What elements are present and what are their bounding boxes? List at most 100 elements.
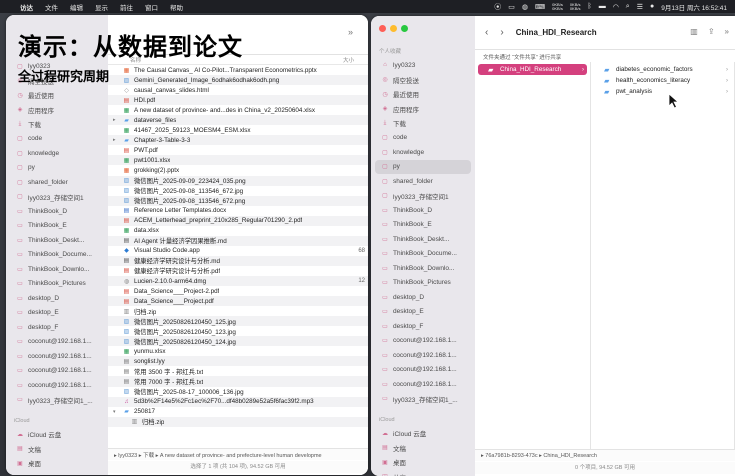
column-size-header[interactable]: 大小	[343, 56, 354, 64]
file-row[interactable]: ▦ 41467_2025_59123_MOESM4_ESM.xlsx	[108, 125, 368, 135]
file-row[interactable]: ▤ 常用 7000 字 - 邦红兵.txt	[108, 376, 368, 387]
file-row[interactable]: ▦ data.xlsx	[108, 226, 368, 236]
keyboard-icon[interactable]: ⌨	[535, 3, 545, 11]
menu-file[interactable]: 文件	[39, 2, 64, 12]
sidebar-item[interactable]: ▭ ThinkBook_D	[6, 204, 108, 219]
sidebar-item[interactable]: ▢ code	[6, 132, 108, 147]
sidebar-item[interactable]: ⤓ 下载	[6, 117, 108, 132]
minimize-button[interactable]	[390, 25, 397, 32]
sidebar-item[interactable]: ▭ coconut@192.168.1...	[6, 335, 108, 350]
sidebar-item[interactable]: ◫共享	[371, 470, 475, 476]
file-row[interactable]: ▥ 归档.zip	[108, 416, 368, 427]
sidebar-item[interactable]: ▭ coconut@192.168.1...	[6, 364, 108, 379]
sidebar-item[interactable]: ▢ knowledge	[6, 146, 108, 161]
share-icon[interactable]: ⇪	[708, 27, 715, 36]
sidebar-item[interactable]: ▭ ThinkBook_Pictures	[6, 277, 108, 292]
file-row[interactable]: ▨ 微信图片_2025-08-17_100006_136.jpg	[108, 387, 368, 397]
sidebar-item[interactable]: ▭ coconut@192.168.1...	[371, 334, 475, 349]
wechat-icon[interactable]: ◍	[522, 3, 528, 11]
sidebar-item[interactable]: ▭ desktop_D	[6, 291, 108, 306]
sidebar-item[interactable]: ▭ coconut@192.168.1...	[371, 363, 475, 378]
sidebar-item[interactable]: ◷ 最近使用	[6, 88, 108, 103]
wifi-icon[interactable]: ◠	[613, 3, 619, 11]
file-row[interactable]: ♫ 5d3b%2F14e5%2Fc1ec%2F70...df48b0289e52a…	[108, 396, 368, 407]
file-row[interactable]: ▤ 健康经济学研究设计与分析.pdf	[108, 266, 368, 276]
file-row[interactable]: ▤ 健康经济学研究设计与分析.md	[108, 255, 368, 266]
sidebar-item[interactable]: ☁ iCloud 云盘	[371, 426, 475, 441]
sidebar-item[interactable]: ◷ 最近使用	[371, 87, 475, 102]
menu-go[interactable]: 前往	[114, 2, 139, 12]
user-icon[interactable]: ●	[650, 3, 654, 10]
menu-window[interactable]: 窗口	[139, 2, 164, 12]
file-row[interactable]: ▤ 常用 3500 字 - 邦红兵.txt	[108, 366, 368, 376]
sidebar-item[interactable]: ▢ code	[371, 131, 475, 146]
file-row[interactable]: ▨ 微信图片_20250826120450_124.jpg	[108, 336, 368, 347]
menu-view[interactable]: 显示	[89, 2, 114, 12]
file-row[interactable]: ◍ Lucien-2.10.0-arm64.dmg 12	[108, 275, 368, 287]
sidebar-item[interactable]: ▢ py	[375, 159, 471, 174]
disclosure-closed-icon[interactable]: ▸	[113, 117, 116, 123]
sidebar-item[interactable]: ▭ coconut@192.168.1...	[371, 348, 475, 363]
control-center-icon[interactable]: ☰	[637, 3, 643, 11]
file-row[interactable]: ▸ ▰ dataverse_files	[108, 115, 368, 126]
sidebar-item[interactable]: ▭ desktop_D	[371, 290, 475, 305]
sidebar-item[interactable]: ▭ ThinkBook_E	[371, 218, 475, 233]
view-columns-icon[interactable]: ▥	[690, 27, 698, 36]
sidebar-item[interactable]: ◫共享	[6, 471, 108, 476]
sidebar-item[interactable]: ▢ knowledge	[371, 145, 475, 160]
sidebar-item[interactable]: ▭ desktop_F	[371, 319, 475, 334]
zoom-button[interactable]	[401, 25, 408, 32]
sidebar-item[interactable]: ▭ ThinkBook_Deskt...	[371, 232, 475, 247]
sidebar-item[interactable]: ▤ 文稿	[371, 441, 475, 456]
file-row[interactable]: ▥ 归档.zip	[108, 306, 368, 316]
file-row[interactable]: ▨ Gemini_Generated_Image_6odhak6odhak6odh…	[108, 75, 368, 86]
folder-item[interactable]: ▰ pwt_analysis ›	[594, 86, 731, 97]
file-row[interactable]: ▤ PWT.pdf	[108, 145, 368, 155]
sidebar-item[interactable]: ⤓ 下载	[371, 116, 475, 131]
file-row[interactable]: ▤ Data_Science___Project-2.pdf	[108, 286, 368, 296]
sidebar-item[interactable]: ▤ 文稿	[6, 442, 108, 457]
sidebar-item[interactable]: ▭ coconut@192.168.1...	[6, 378, 108, 393]
sidebar-item[interactable]: ▭ desktop_F	[6, 320, 108, 335]
file-row[interactable]: ▤ ACEM_Letterhead_preprint_210x285_Regula…	[108, 215, 368, 226]
sidebar-item[interactable]: ▭ ThinkBook_D	[371, 203, 475, 218]
file-row[interactable]: ▨ 微信图片_2025-09-08_113546_672.png	[108, 195, 368, 206]
file-row[interactable]: ▤ AI Agent 计量经济学因果推断.md	[108, 235, 368, 246]
forward-button[interactable]: ›	[500, 27, 503, 38]
sidebar-item[interactable]: ▭ ThinkBook_Deskt...	[6, 233, 108, 248]
menu-app-name[interactable]: 访达	[14, 2, 39, 12]
back-button[interactable]: ‹	[485, 27, 488, 38]
sidebar-item[interactable]: ▭ ThinkBook_Downlo...	[371, 261, 475, 276]
sidebar-item[interactable]: ▭ ThinkBook_E	[6, 219, 108, 234]
chevron-right-icon[interactable]: »	[348, 27, 353, 37]
sidebar-item[interactable]: ▢ py	[6, 161, 108, 176]
file-row[interactable]: ▾ ▰ 250817	[108, 407, 368, 417]
file-row[interactable]: ▨ 微信图片_2025-09-08_113546_672.jpg	[108, 186, 368, 196]
record-icon[interactable]: ⦿	[494, 2, 501, 12]
file-row[interactable]: ▨ 微信图片_2025-09-09_223424_035.png	[108, 175, 368, 186]
file-row[interactable]: ▦ The Causal Canvas_ AI Co-Pilot...Transp…	[108, 65, 368, 75]
disclosure-closed-icon[interactable]: ▸	[113, 137, 116, 143]
bluetooth-icon[interactable]: ᛒ	[587, 3, 591, 10]
file-row[interactable]: ▸ ▰ Chapter-3-Table-3-3	[108, 135, 368, 146]
sidebar-item[interactable]: ⌂ lyy0323	[371, 58, 475, 73]
sidebar-item[interactable]: ▢ shared_folder	[6, 175, 108, 190]
sidebar-item[interactable]: ▭ coconut@192.168.1...	[371, 377, 475, 392]
sidebar-item[interactable]: ◈ 应用程序	[371, 102, 475, 117]
sidebar-item[interactable]: ▭ lyy0323_存储空间1_...	[371, 392, 475, 407]
file-row[interactable]: ▤ HDI.pdf	[108, 95, 368, 106]
disclosure-open-icon[interactable]: ▾	[113, 409, 116, 415]
file-row[interactable]: ▤ songlist.lyy	[108, 356, 368, 367]
folder-item[interactable]: ▰ health_economics_literacy ›	[594, 75, 731, 86]
sidebar-item[interactable]: ▢ lyy0323_存储空间1	[371, 189, 475, 204]
sidebar-item[interactable]: ▭ desktop_E	[371, 305, 475, 320]
more-icon[interactable]: »	[725, 27, 729, 36]
screen-icon[interactable]: ▭	[508, 3, 515, 11]
file-row[interactable]: ▤ Data_Science___Project.pdf	[108, 296, 368, 307]
file-row[interactable]: ▨ 微信图片_20250826120450_125.jpg	[108, 316, 368, 327]
file-row[interactable]: ▦ yunmu.xlsx	[108, 346, 368, 356]
file-row[interactable]: ▦ pwt1001.xlsx	[108, 155, 368, 166]
sidebar-item[interactable]: ▢ shared_folder	[371, 174, 475, 189]
sidebar-item[interactable]: ▭ ThinkBook_Docume...	[6, 248, 108, 263]
folder-item[interactable]: ▰ China_HDI_Research ›	[478, 64, 587, 75]
